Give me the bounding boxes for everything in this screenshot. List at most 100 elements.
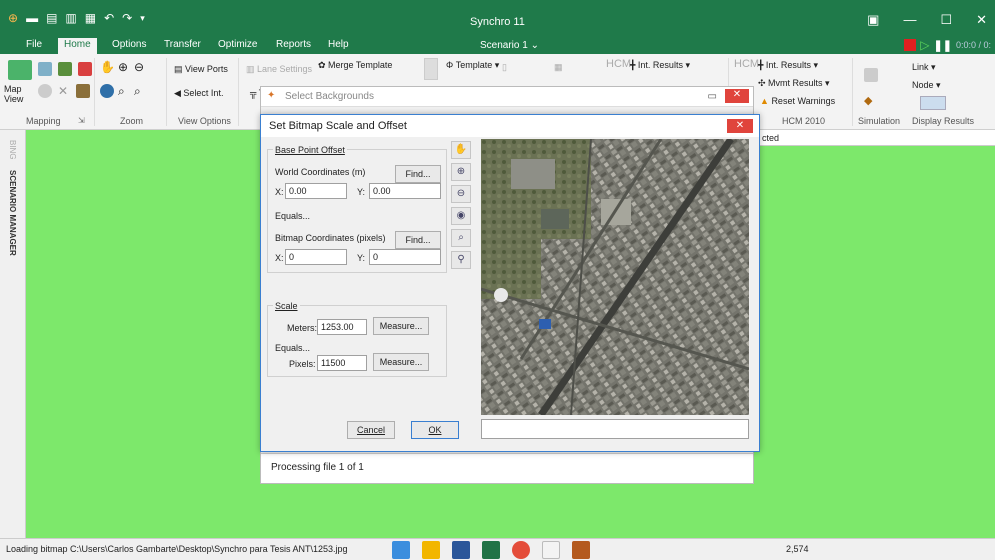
zoom-in-icon[interactable]: ⊕ bbox=[451, 163, 471, 181]
snipping-tool-icon[interactable] bbox=[542, 541, 560, 559]
bing-tab[interactable]: BING bbox=[8, 140, 17, 160]
transform-icon[interactable] bbox=[76, 84, 90, 98]
view-ports-label: View Ports bbox=[185, 64, 228, 74]
close-icon[interactable]: ✕ bbox=[976, 12, 987, 28]
delete-icon[interactable]: ✕ bbox=[58, 84, 68, 98]
node-panel-icon[interactable] bbox=[424, 58, 438, 80]
restore-icon[interactable]: ▣ bbox=[867, 12, 879, 28]
group-zoom: Zoom bbox=[120, 116, 144, 126]
minimize-icon[interactable]: — bbox=[903, 12, 916, 28]
tab-file[interactable]: File bbox=[20, 38, 48, 51]
world-y-field[interactable]: 0.00 bbox=[369, 183, 441, 199]
reset-warnings-button[interactable]: ▲ Reset Warnings bbox=[760, 96, 835, 106]
tab-options[interactable]: Options bbox=[106, 38, 152, 51]
find-bitmap-button[interactable]: Find... bbox=[395, 231, 441, 249]
mvmt-results-button[interactable]: ✣ Mvmt Results ▾ bbox=[758, 78, 830, 89]
view-ports-button[interactable]: ▤ View Ports bbox=[174, 64, 228, 75]
group-hcm2010: HCM 2010 bbox=[782, 116, 826, 126]
tab-optimize[interactable]: Optimize bbox=[212, 38, 263, 51]
save-icon[interactable]: ▤ bbox=[46, 12, 57, 24]
zoom-in-icon[interactable]: ⊕ bbox=[118, 60, 128, 74]
node-dropdown[interactable]: Node ▾ bbox=[912, 80, 941, 91]
pan-icon[interactable]: ✋ bbox=[451, 141, 471, 159]
cancel-button[interactable]: Cancel bbox=[347, 421, 395, 439]
map-view-icon[interactable] bbox=[8, 60, 32, 80]
tab-help[interactable]: Help bbox=[322, 38, 355, 51]
chrome-icon[interactable] bbox=[512, 541, 530, 559]
file-explorer-icon[interactable] bbox=[422, 541, 440, 559]
circle-icon[interactable] bbox=[38, 84, 52, 98]
int-results-button-1[interactable]: ╋ Int. Results ▾ bbox=[630, 60, 690, 71]
pixels-label: Pixels: bbox=[289, 359, 316, 369]
reset-warnings-label: Reset Warnings bbox=[771, 96, 836, 106]
aerial-bitmap-preview[interactable] bbox=[481, 139, 749, 415]
template-button[interactable]: Φ Template ▾ bbox=[446, 60, 499, 71]
meters-field[interactable]: 1253.00 bbox=[317, 319, 367, 335]
lane-settings-button[interactable]: ▥ Lane Settings bbox=[246, 64, 312, 75]
zoom-out-icon[interactable]: ⊖ bbox=[451, 185, 471, 203]
close-icon[interactable]: ✕ bbox=[725, 89, 749, 103]
dialog-launcher-icon[interactable]: ⇲ bbox=[78, 116, 85, 125]
print-icon[interactable]: ▦ bbox=[85, 12, 96, 24]
zoom-scale-icon[interactable]: ⌕ bbox=[134, 84, 141, 99]
play-icon[interactable]: ▷ bbox=[920, 38, 929, 52]
zoom-all-icon[interactable]: ◉ bbox=[451, 207, 471, 225]
zoom-out-icon[interactable]: ⊖ bbox=[134, 60, 144, 74]
pixels-field[interactable]: 11500 bbox=[317, 355, 367, 371]
simulation-icon[interactable]: ◆ bbox=[864, 94, 872, 107]
measure-meters-button[interactable]: Measure... bbox=[373, 317, 429, 335]
pan-icon[interactable]: ✋ bbox=[100, 60, 115, 74]
tab-reports[interactable]: Reports bbox=[270, 38, 317, 51]
sim-settings-icon[interactable] bbox=[864, 68, 878, 82]
word-icon[interactable] bbox=[452, 541, 470, 559]
zoom-window-icon[interactable]: ⌕ bbox=[118, 84, 125, 99]
processing-status: Processing file 1 of 1 bbox=[261, 453, 753, 483]
synchro-icon[interactable] bbox=[572, 541, 590, 559]
qat-dropdown-icon[interactable]: ▾ bbox=[140, 12, 145, 24]
scenario-manager-tab[interactable]: SCENARIO MANAGER bbox=[8, 170, 17, 256]
tab-transfer[interactable]: Transfer bbox=[158, 38, 207, 51]
hcm2010-icon[interactable]: HCM bbox=[734, 58, 759, 70]
phasing-icon[interactable]: ▯ bbox=[502, 62, 507, 73]
close-icon[interactable]: ✕ bbox=[727, 119, 753, 133]
bitmap-x-field[interactable]: 0 bbox=[285, 249, 347, 265]
minimize-icon[interactable]: ▭ bbox=[708, 91, 717, 102]
window-title: Synchro 11 bbox=[470, 16, 525, 28]
int-results-button-2[interactable]: ╋ Int. Results ▾ bbox=[758, 60, 818, 71]
redo-icon[interactable]: ↷ bbox=[122, 12, 132, 24]
add-node-icon[interactable] bbox=[78, 62, 92, 76]
zoom-window-icon[interactable]: ⌕ bbox=[451, 229, 471, 247]
find-world-button[interactable]: Find... bbox=[395, 165, 441, 183]
int-results-label-1: Int. Results ▾ bbox=[637, 60, 690, 70]
lane-settings-label: Lane Settings bbox=[257, 64, 313, 74]
bitmap-y-field[interactable]: 0 bbox=[369, 249, 441, 265]
link-dropdown[interactable]: Link ▾ bbox=[912, 62, 936, 73]
open-icon[interactable]: ▬ bbox=[26, 12, 38, 24]
status-bar: Loading bitmap C:\Users\Carlos Gambarte\… bbox=[0, 538, 995, 560]
stop-icon[interactable] bbox=[904, 39, 917, 51]
hcm-icon[interactable]: HCM bbox=[606, 58, 631, 70]
warning-icon: ▲ bbox=[760, 96, 769, 106]
zoom-all-icon[interactable] bbox=[100, 84, 114, 98]
tab-home[interactable]: Home bbox=[58, 38, 97, 54]
measure-pixels-button[interactable]: Measure... bbox=[373, 353, 429, 371]
display-style-icon[interactable] bbox=[920, 96, 946, 110]
maximize-icon[interactable]: ☐ bbox=[940, 12, 952, 28]
draw-links-icon[interactable] bbox=[58, 62, 72, 76]
world-x-field[interactable]: 0.00 bbox=[285, 183, 347, 199]
select-int-button[interactable]: ◀ Select Int. bbox=[174, 88, 223, 99]
excel-icon[interactable] bbox=[482, 541, 500, 559]
start-icon[interactable] bbox=[392, 541, 410, 559]
ok-button[interactable]: OK bbox=[411, 421, 459, 439]
map-toolbar: ✋ ⊕ ⊖ ◉ ⌕ ⚲ bbox=[451, 141, 473, 273]
save-all-icon[interactable]: ▥ bbox=[65, 12, 76, 24]
merge-template-button[interactable]: ✿ Merge Template bbox=[318, 60, 392, 71]
background-icon[interactable] bbox=[38, 62, 52, 76]
zoom-scale-icon[interactable]: ⚲ bbox=[451, 251, 471, 269]
sign-icon[interactable]: ▦ bbox=[554, 62, 563, 73]
scenario-selector[interactable]: Scenario 1 ⌄ bbox=[480, 40, 539, 51]
pause-icon[interactable]: ❚❚ bbox=[934, 39, 952, 52]
undo-icon[interactable]: ↶ bbox=[104, 12, 114, 24]
template-label: Template ▾ bbox=[455, 60, 500, 70]
map-view-label[interactable]: Map View bbox=[4, 84, 32, 104]
